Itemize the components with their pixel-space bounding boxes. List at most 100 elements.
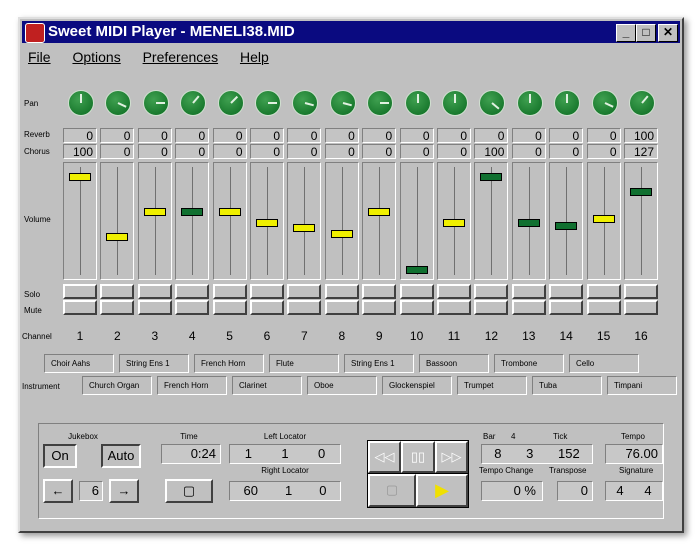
volume-slider-9[interactable] bbox=[362, 162, 397, 280]
mute-button-15[interactable] bbox=[586, 300, 621, 315]
mute-button-5[interactable] bbox=[212, 300, 247, 315]
chorus-value-9[interactable]: 0 bbox=[362, 144, 397, 159]
instrument-field[interactable]: Flute bbox=[269, 354, 339, 373]
mute-button-11[interactable] bbox=[437, 300, 471, 315]
chorus-value-10[interactable]: 0 bbox=[399, 144, 434, 159]
right-locator[interactable]: 60 1 0 bbox=[229, 481, 341, 501]
chorus-value-5[interactable]: 0 bbox=[212, 144, 247, 159]
reverb-value-1[interactable]: 0 bbox=[63, 128, 97, 143]
instrument-field[interactable]: French Horn bbox=[157, 376, 227, 395]
volume-thumb-12[interactable] bbox=[480, 172, 503, 181]
volume-thumb-8[interactable] bbox=[330, 229, 353, 238]
mute-button-4[interactable] bbox=[175, 300, 210, 315]
loop-button[interactable]: ▢ bbox=[165, 479, 213, 503]
mute-button-13[interactable] bbox=[511, 300, 546, 315]
volume-thumb-7[interactable] bbox=[293, 224, 316, 233]
jukebox-on-button[interactable]: On bbox=[43, 444, 77, 468]
left-locator[interactable]: 1 1 0 bbox=[229, 444, 341, 464]
chorus-value-3[interactable]: 0 bbox=[137, 144, 172, 159]
volume-thumb-9[interactable] bbox=[368, 208, 391, 217]
pan-knob-2[interactable] bbox=[105, 90, 132, 116]
instrument-field[interactable]: Tuba bbox=[532, 376, 602, 395]
reverb-value-16[interactable]: 100 bbox=[624, 128, 658, 143]
volume-thumb-10[interactable] bbox=[405, 265, 428, 274]
solo-button-10[interactable] bbox=[399, 284, 434, 299]
tempo-change-display[interactable]: 0 % bbox=[481, 481, 543, 501]
pan-knob-1[interactable] bbox=[68, 90, 94, 116]
tempo-display[interactable]: 76.00 bbox=[605, 444, 663, 464]
solo-button-1[interactable] bbox=[63, 284, 97, 299]
solo-button-9[interactable] bbox=[362, 284, 397, 299]
pan-knob-6[interactable] bbox=[255, 90, 281, 116]
pan-knob-13[interactable] bbox=[516, 90, 543, 116]
volume-thumb-16[interactable] bbox=[630, 188, 652, 197]
menu-help[interactable]: Help bbox=[240, 49, 269, 65]
previous-song-button[interactable]: ← bbox=[43, 479, 73, 503]
solo-button-11[interactable] bbox=[437, 284, 471, 299]
pan-knob-5[interactable] bbox=[217, 90, 244, 116]
reverb-value-10[interactable]: 0 bbox=[399, 128, 434, 143]
instrument-field[interactable]: Oboe bbox=[307, 376, 377, 395]
forward-button[interactable]: ▷▷ bbox=[435, 441, 468, 473]
solo-button-5[interactable] bbox=[212, 284, 247, 299]
volume-thumb-5[interactable] bbox=[218, 208, 241, 217]
pan-knob-7[interactable] bbox=[292, 90, 319, 116]
chorus-value-12[interactable]: 100 bbox=[474, 144, 509, 159]
reverb-value-11[interactable]: 0 bbox=[437, 128, 471, 143]
mute-button-16[interactable] bbox=[624, 300, 658, 315]
pan-knob-4[interactable] bbox=[180, 90, 207, 116]
mute-button-9[interactable] bbox=[362, 300, 397, 315]
play-button[interactable]: ▶ bbox=[416, 474, 468, 507]
reverb-value-7[interactable]: 0 bbox=[287, 128, 322, 143]
instrument-field[interactable]: Clarinet bbox=[232, 376, 302, 395]
solo-button-4[interactable] bbox=[175, 284, 210, 299]
solo-button-7[interactable] bbox=[287, 284, 322, 299]
solo-button-6[interactable] bbox=[250, 284, 284, 299]
chorus-value-2[interactable]: 0 bbox=[100, 144, 135, 159]
volume-slider-5[interactable] bbox=[212, 162, 247, 280]
pause-button[interactable]: ▯▯ bbox=[401, 441, 435, 473]
mute-button-14[interactable] bbox=[549, 300, 584, 315]
chorus-value-6[interactable]: 0 bbox=[250, 144, 284, 159]
solo-button-14[interactable] bbox=[549, 284, 584, 299]
chorus-value-11[interactable]: 0 bbox=[437, 144, 471, 159]
reverb-value-15[interactable]: 0 bbox=[586, 128, 621, 143]
chorus-value-4[interactable]: 0 bbox=[175, 144, 210, 159]
reverb-value-13[interactable]: 0 bbox=[511, 128, 546, 143]
instrument-field[interactable]: Choir Aahs bbox=[44, 354, 114, 373]
volume-slider-2[interactable] bbox=[100, 162, 135, 280]
chorus-value-13[interactable]: 0 bbox=[511, 144, 546, 159]
volume-slider-4[interactable] bbox=[175, 162, 210, 280]
next-song-button[interactable]: → bbox=[109, 479, 139, 503]
volume-thumb-1[interactable] bbox=[69, 172, 91, 181]
menu-file[interactable]: File bbox=[28, 49, 51, 65]
volume-thumb-11[interactable] bbox=[443, 219, 465, 228]
rewind-button[interactable]: ◁◁ bbox=[368, 441, 401, 473]
solo-button-2[interactable] bbox=[100, 284, 135, 299]
reverb-value-5[interactable]: 0 bbox=[212, 128, 247, 143]
transpose-display[interactable]: 0 bbox=[557, 481, 593, 501]
reverb-value-2[interactable]: 0 bbox=[100, 128, 135, 143]
mute-button-7[interactable] bbox=[287, 300, 322, 315]
maximize-button[interactable]: □ bbox=[636, 24, 656, 42]
reverb-value-9[interactable]: 0 bbox=[362, 128, 397, 143]
solo-button-16[interactable] bbox=[624, 284, 658, 299]
volume-thumb-4[interactable] bbox=[181, 208, 204, 217]
solo-button-13[interactable] bbox=[511, 284, 546, 299]
chorus-value-15[interactable]: 0 bbox=[586, 144, 621, 159]
chorus-value-14[interactable]: 0 bbox=[549, 144, 584, 159]
reverb-value-14[interactable]: 0 bbox=[549, 128, 584, 143]
instrument-field[interactable]: Cello bbox=[569, 354, 639, 373]
instrument-field[interactable]: Trumpet bbox=[457, 376, 527, 395]
pan-knob-16[interactable] bbox=[629, 90, 655, 116]
volume-thumb-13[interactable] bbox=[517, 219, 540, 228]
stop-button[interactable]: ▢ bbox=[368, 474, 416, 507]
mute-button-3[interactable] bbox=[137, 300, 172, 315]
chorus-value-16[interactable]: 127 bbox=[624, 144, 658, 159]
pan-knob-11[interactable] bbox=[442, 90, 468, 116]
volume-slider-8[interactable] bbox=[324, 162, 359, 280]
volume-slider-16[interactable] bbox=[624, 162, 658, 280]
instrument-field[interactable]: French Horn bbox=[194, 354, 264, 373]
instrument-field[interactable]: Church Organ bbox=[82, 376, 152, 395]
pan-knob-10[interactable] bbox=[404, 90, 431, 116]
